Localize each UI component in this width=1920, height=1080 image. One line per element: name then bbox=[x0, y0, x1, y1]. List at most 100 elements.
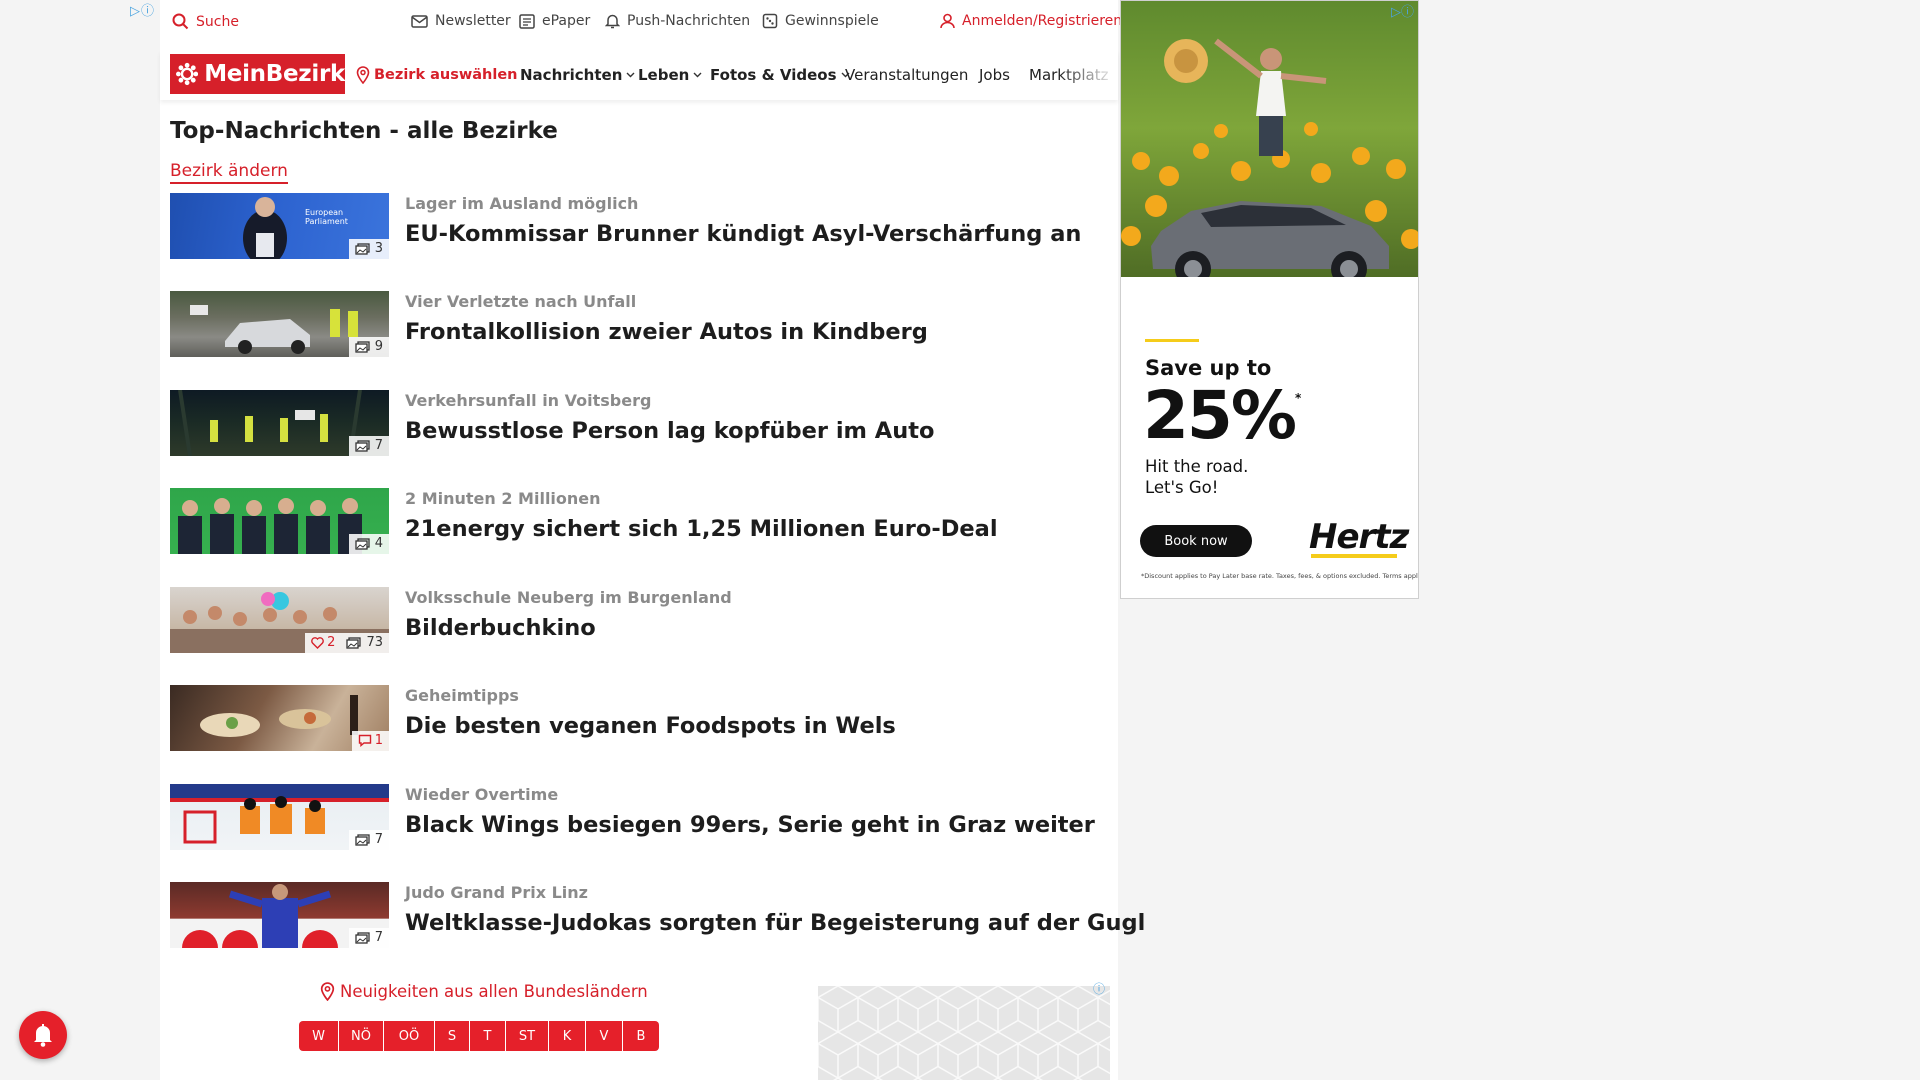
search-icon bbox=[172, 13, 189, 30]
photo-count-badge: 2 73 bbox=[305, 633, 389, 653]
nav-item-label: Nachrichten bbox=[520, 66, 623, 84]
comment-count-badge: 1 bbox=[351, 731, 389, 751]
svg-text:Parliament: Parliament bbox=[305, 217, 348, 226]
login-link[interactable]: Anmelden/Registrieren bbox=[940, 13, 1122, 29]
article-headline[interactable]: Weltklasse-Judokas sorgten für Begeister… bbox=[405, 910, 1145, 936]
article-headline[interactable]: Bilderbuchkino bbox=[405, 615, 596, 641]
change-district-link[interactable]: Bezirk ändern bbox=[170, 161, 288, 184]
nav-item-leben[interactable]: Leben bbox=[638, 66, 702, 84]
state-button-b[interactable]: B bbox=[623, 1021, 659, 1051]
article-kicker: Volksschule Neuberg im Burgenland bbox=[405, 588, 732, 607]
nav-item-veranstaltungen[interactable]: Veranstaltungen bbox=[845, 66, 968, 84]
likes-count: 2 bbox=[311, 635, 335, 650]
likes-value: 2 bbox=[327, 635, 336, 650]
photo-count-badge: 7 bbox=[348, 436, 389, 456]
article-thumbnail[interactable]: European Parliament 3 bbox=[170, 193, 389, 259]
photo-count-badge: 7 bbox=[348, 928, 389, 948]
competitions-label: Gewinnspiele bbox=[785, 13, 879, 29]
competitions-link[interactable]: Gewinnspiele bbox=[762, 13, 879, 29]
article-item[interactable]: 1 Geheimtipps Die besten veganen Foodspo… bbox=[170, 685, 1110, 752]
article-thumbnail[interactable]: 7 bbox=[170, 390, 389, 456]
adchoices-icon[interactable]: ⓘ bbox=[1093, 980, 1105, 997]
article-item[interactable]: 7 Judo Grand Prix Linz Weltklasse-Judoka… bbox=[170, 882, 1145, 949]
epaper-link[interactable]: ePaper bbox=[519, 13, 590, 29]
article-headline[interactable]: Black Wings besiegen 99ers, Serie geht i… bbox=[405, 812, 1095, 838]
notification-bell-button[interactable] bbox=[19, 1011, 67, 1059]
state-button-w[interactable]: W bbox=[299, 1021, 339, 1051]
state-button-st[interactable]: ST bbox=[506, 1021, 549, 1051]
article-item[interactable]: European Parliament 3 Lager im Ausland mö… bbox=[170, 193, 1110, 260]
article-headline[interactable]: Bewusstlose Person lag kopfüber im Auto bbox=[405, 418, 934, 444]
state-button-noe[interactable]: NÖ bbox=[339, 1021, 384, 1051]
logo-text: MeinBezirk bbox=[204, 61, 345, 87]
article-thumbnail[interactable]: 1 bbox=[170, 685, 389, 751]
article-item[interactable]: 4 2 Minuten 2 Millionen 21energy sichert… bbox=[170, 488, 1110, 555]
all-states-news-link[interactable]: Neuigkeiten aus allen Bundesländern bbox=[320, 982, 648, 1001]
nav-item-fotos-videos[interactable]: Fotos & Videos bbox=[710, 66, 850, 84]
login-label: Anmelden/Registrieren bbox=[962, 13, 1123, 29]
nav-item-jobs[interactable]: Jobs bbox=[979, 66, 1010, 84]
state-button-v[interactable]: V bbox=[586, 1021, 623, 1051]
photo-count-badge: 4 bbox=[348, 534, 389, 554]
newsletter-link[interactable]: Newsletter bbox=[411, 13, 511, 29]
article-headline[interactable]: 21energy sichert sich 1,25 Millionen Eur… bbox=[405, 516, 998, 542]
push-notifications-link[interactable]: Push-Nachrichten bbox=[605, 13, 750, 29]
nav-item-label: Leben bbox=[638, 66, 690, 84]
comment-icon bbox=[358, 734, 371, 747]
gallery-icon bbox=[355, 931, 370, 944]
state-button-t[interactable]: T bbox=[470, 1021, 506, 1051]
article-item[interactable]: 2 73 Volksschule Neuberg im Burgenland B… bbox=[170, 587, 1110, 654]
article-kicker: 2 Minuten 2 Millionen bbox=[405, 489, 601, 508]
hexagon-pattern bbox=[818, 986, 1110, 1080]
heart-icon bbox=[311, 636, 324, 649]
bottom-ad-banner[interactable] bbox=[818, 986, 1110, 1080]
epaper-label: ePaper bbox=[542, 13, 591, 29]
comments-value: 1 bbox=[374, 733, 383, 748]
location-pin-icon bbox=[320, 982, 335, 1001]
search-button[interactable]: Suche bbox=[172, 13, 239, 30]
article-headline[interactable]: Die besten veganen Foodspots in Wels bbox=[405, 713, 896, 739]
ad-tagline-line2: Let's Go! bbox=[1145, 478, 1219, 497]
article-item[interactable]: 9 Vier Verletzte nach Unfall Frontalkoll… bbox=[170, 291, 1110, 358]
adchoices-icon[interactable]: ▷ⓘ bbox=[130, 0, 155, 19]
gallery-icon bbox=[355, 537, 370, 550]
adchoices-icon[interactable]: ▷ⓘ bbox=[1391, 1, 1414, 20]
site-logo[interactable]: MeinBezirk bbox=[170, 54, 345, 94]
gallery-icon bbox=[355, 242, 370, 255]
dice-icon bbox=[762, 13, 778, 29]
state-button-k[interactable]: K bbox=[549, 1021, 586, 1051]
state-button-s[interactable]: S bbox=[435, 1021, 470, 1051]
page-title: Top-Nachrichten - alle Bezirke bbox=[170, 118, 558, 144]
bell-icon bbox=[34, 1024, 52, 1047]
article-thumbnail[interactable]: 7 bbox=[170, 882, 389, 948]
nav-item-label: Veranstaltungen bbox=[845, 66, 969, 84]
article-headline[interactable]: Frontalkollision zweier Autos in Kindber… bbox=[405, 319, 928, 345]
article-thumbnail[interactable]: 7 bbox=[170, 784, 389, 850]
article-thumbnail[interactable]: 4 bbox=[170, 488, 389, 554]
user-icon bbox=[940, 13, 955, 29]
top-utility-bar: Suche Newsletter ePaper Push-Nachrichten… bbox=[160, 0, 1122, 46]
bell-icon bbox=[605, 14, 620, 29]
select-district-button[interactable]: Bezirk auswählen bbox=[356, 66, 518, 84]
photo-count-badge: 9 bbox=[348, 337, 389, 357]
article-kicker: Wieder Overtime bbox=[405, 785, 559, 804]
nav-item-nachrichten[interactable]: Nachrichten bbox=[520, 66, 635, 84]
article-thumbnail[interactable]: 2 73 bbox=[170, 587, 389, 653]
location-pin-icon bbox=[356, 66, 370, 84]
search-label: Suche bbox=[196, 13, 239, 30]
gallery-icon bbox=[355, 833, 370, 846]
sidebar-ad[interactable]: ▷ⓘ Save up to 25%* Hit the road. Let's G bbox=[1120, 0, 1419, 599]
ad-book-now-button[interactable]: Book now bbox=[1140, 525, 1252, 557]
svg-text:European: European bbox=[305, 208, 343, 217]
state-button-ooe[interactable]: OÖ bbox=[384, 1021, 435, 1051]
gallery-icon bbox=[355, 439, 370, 452]
article-headline[interactable]: EU-Kommissar Brunner kündigt Asyl-Versch… bbox=[405, 221, 1081, 247]
ad-brand-logo: Hertz bbox=[1309, 517, 1409, 557]
chevron-down-icon bbox=[626, 72, 635, 78]
ad-fineprint: *Discount applies to Pay Later base rate… bbox=[1141, 572, 1419, 580]
article-item[interactable]: 7 Wieder Overtime Black Wings besiegen 9… bbox=[170, 784, 1110, 851]
ad-discount: 25%* bbox=[1143, 377, 1301, 454]
article-item[interactable]: 7 Verkehrsunfall in Voitsberg Bewusstlos… bbox=[170, 390, 1110, 457]
article-thumbnail[interactable]: 9 bbox=[170, 291, 389, 357]
article-kicker: Judo Grand Prix Linz bbox=[405, 883, 588, 902]
